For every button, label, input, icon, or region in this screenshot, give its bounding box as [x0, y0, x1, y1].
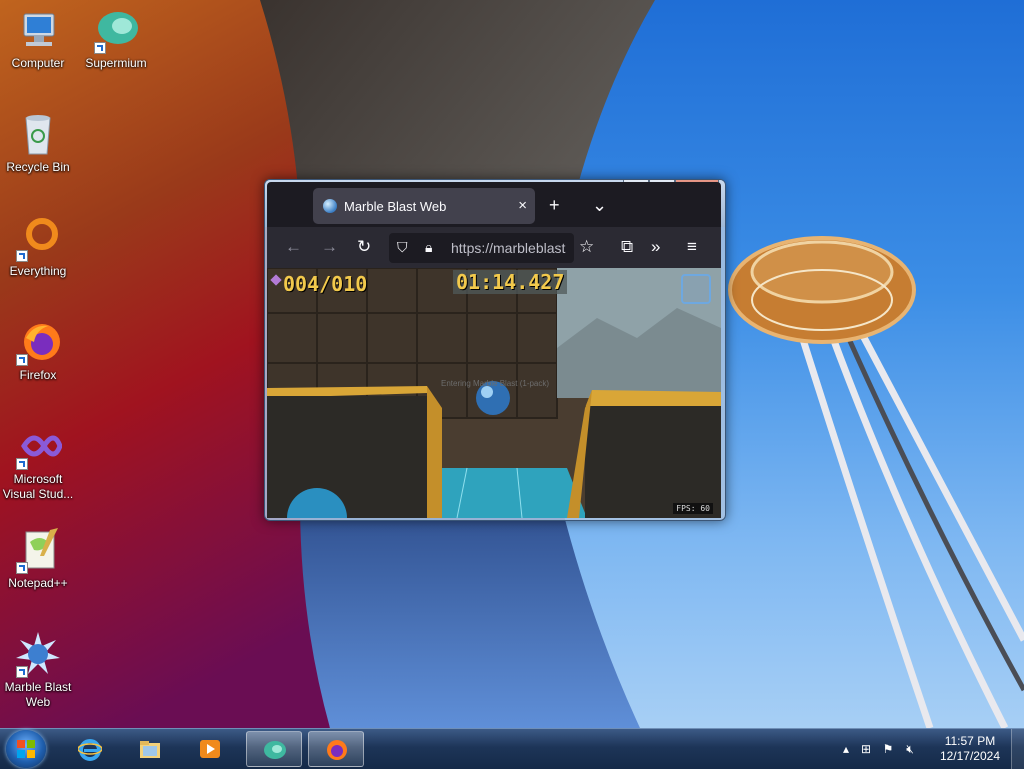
taskbar: ▴ ⊞ ⚑ 🔇︎ 11:57 PM 12/17/2024 [0, 728, 1024, 769]
shield-icon[interactable]: ⛉ [397, 239, 408, 256]
recycle-bin-icon [14, 110, 62, 158]
desktop-icon-label: Microsoft Visual Stud... [2, 472, 74, 501]
supermium-icon [264, 741, 286, 759]
desktop-icon-computer[interactable]: Computer [0, 6, 76, 71]
computer-icon [14, 6, 62, 54]
shortcut-arrow-icon [16, 666, 28, 678]
nav-toolbar: ← → ↻ ⛉ 🔒︎ https://marbleblast ☆ ⧉ » ≡ [267, 227, 721, 268]
lock-icon[interactable]: 🔒︎ [425, 239, 432, 256]
game-canvas[interactable]: 004/010 01:14.427 Entering Marble Blast … [267, 268, 721, 518]
url-text[interactable]: https://marbleblast [451, 240, 565, 256]
close-tab-icon[interactable]: × [518, 197, 527, 214]
reload-button[interactable]: ↻ [357, 237, 371, 257]
marble-favicon-icon [323, 199, 337, 213]
show-hidden-icons-button[interactable]: ▴ [838, 741, 854, 757]
system-tray: ▴ ⊞ ⚑ 🔇︎ 11:57 PM 12/17/2024 [834, 729, 1024, 769]
timer: 01:14.427 [453, 270, 568, 294]
supermium-icon [92, 6, 140, 54]
desktop-icon-label: Recycle Bin [6, 160, 70, 174]
taskbar-file-explorer[interactable] [122, 731, 178, 767]
desktop-icon-label: Firefox [19, 368, 57, 382]
firefox-icon [14, 318, 62, 366]
desktop-icon-label: Notepad++ [8, 576, 68, 590]
folder-icon [140, 741, 160, 758]
clock[interactable]: 11:57 PM 12/17/2024 [940, 734, 1000, 764]
marble-blast-icon [14, 630, 62, 678]
new-tab-button[interactable]: + [549, 196, 560, 214]
desktop-icon-label: Marble Blast Web [4, 680, 72, 709]
network-icon[interactable]: ⊞ [858, 741, 874, 757]
desktop-icon-firefox[interactable]: Firefox [0, 318, 76, 383]
back-button[interactable]: ← [285, 237, 302, 257]
desktop-icon-recycle-bin[interactable]: Recycle Bin [0, 110, 76, 175]
desktop-icon-label: Everything [9, 264, 67, 278]
desktop-icon-marble-blast[interactable]: Marble Blast Web [0, 630, 76, 710]
volume-muted-icon[interactable]: 🔇︎ [902, 741, 918, 757]
desktop-icon-visual-studio[interactable]: Microsoft Visual Stud... [0, 422, 76, 502]
clock-time: 11:57 PM [944, 734, 996, 748]
media-player-icon [200, 740, 220, 758]
taskbar-internet-explorer[interactable] [62, 731, 118, 767]
browser-window[interactable]: ▁ ▢ ✕ Marble Blast Web × + ⌄ ← → ↻ ⛉ 🔒︎ … [264, 179, 726, 521]
taskbar-firefox[interactable] [308, 731, 364, 767]
clock-date: 12/17/2024 [939, 749, 1000, 763]
action-center-flag-icon[interactable]: ⚑ [880, 741, 896, 757]
internet-explorer-icon [78, 739, 102, 761]
shortcut-arrow-icon [16, 354, 28, 366]
game-scene [267, 268, 721, 518]
tab-title: Marble Blast Web [344, 199, 447, 214]
list-tabs-button[interactable]: ⌄ [592, 196, 607, 214]
shortcut-arrow-icon [94, 42, 106, 54]
shortcut-arrow-icon [16, 250, 28, 262]
bookmark-star-icon[interactable]: ☆ [579, 237, 594, 257]
notepadpp-icon [14, 526, 62, 574]
everything-icon [14, 214, 62, 262]
tab-strip: Marble Blast Web × + ⌄ [267, 182, 721, 227]
desktop-icon-notepadpp[interactable]: Notepad++ [0, 526, 76, 591]
fps-counter: FPS: 60 [673, 503, 713, 514]
windows-logo-icon [17, 740, 35, 758]
extensions-icon[interactable]: ⧉ [621, 237, 633, 257]
desktop-icon-everything[interactable]: Everything [0, 214, 76, 279]
powerup-slot [681, 274, 711, 304]
desktop-icon-label: Computer [11, 56, 65, 70]
gem-counter: 004/010 [283, 272, 368, 296]
overflow-menu-icon[interactable]: » [651, 237, 660, 257]
firefox-icon [327, 740, 347, 760]
show-desktop-button[interactable] [1011, 729, 1024, 769]
visual-studio-icon [14, 422, 63, 470]
desktop-icon-supermium[interactable]: Supermium [78, 6, 154, 71]
help-text: Entering Marble Blast (1-pack) [441, 379, 550, 388]
url-bar[interactable]: ⛉ 🔒︎ https://marbleblast [389, 233, 574, 263]
taskbar-supermium[interactable] [246, 731, 302, 767]
taskbar-media-player[interactable] [182, 731, 238, 767]
desktop-icon-label: Supermium [85, 56, 147, 70]
shortcut-arrow-icon [16, 458, 28, 470]
forward-button[interactable]: → [321, 237, 338, 257]
hamburger-menu-icon[interactable]: ≡ [687, 237, 697, 257]
tab-marble-blast[interactable]: Marble Blast Web × [313, 188, 535, 224]
start-button[interactable] [6, 730, 46, 768]
shortcut-arrow-icon [16, 562, 28, 574]
